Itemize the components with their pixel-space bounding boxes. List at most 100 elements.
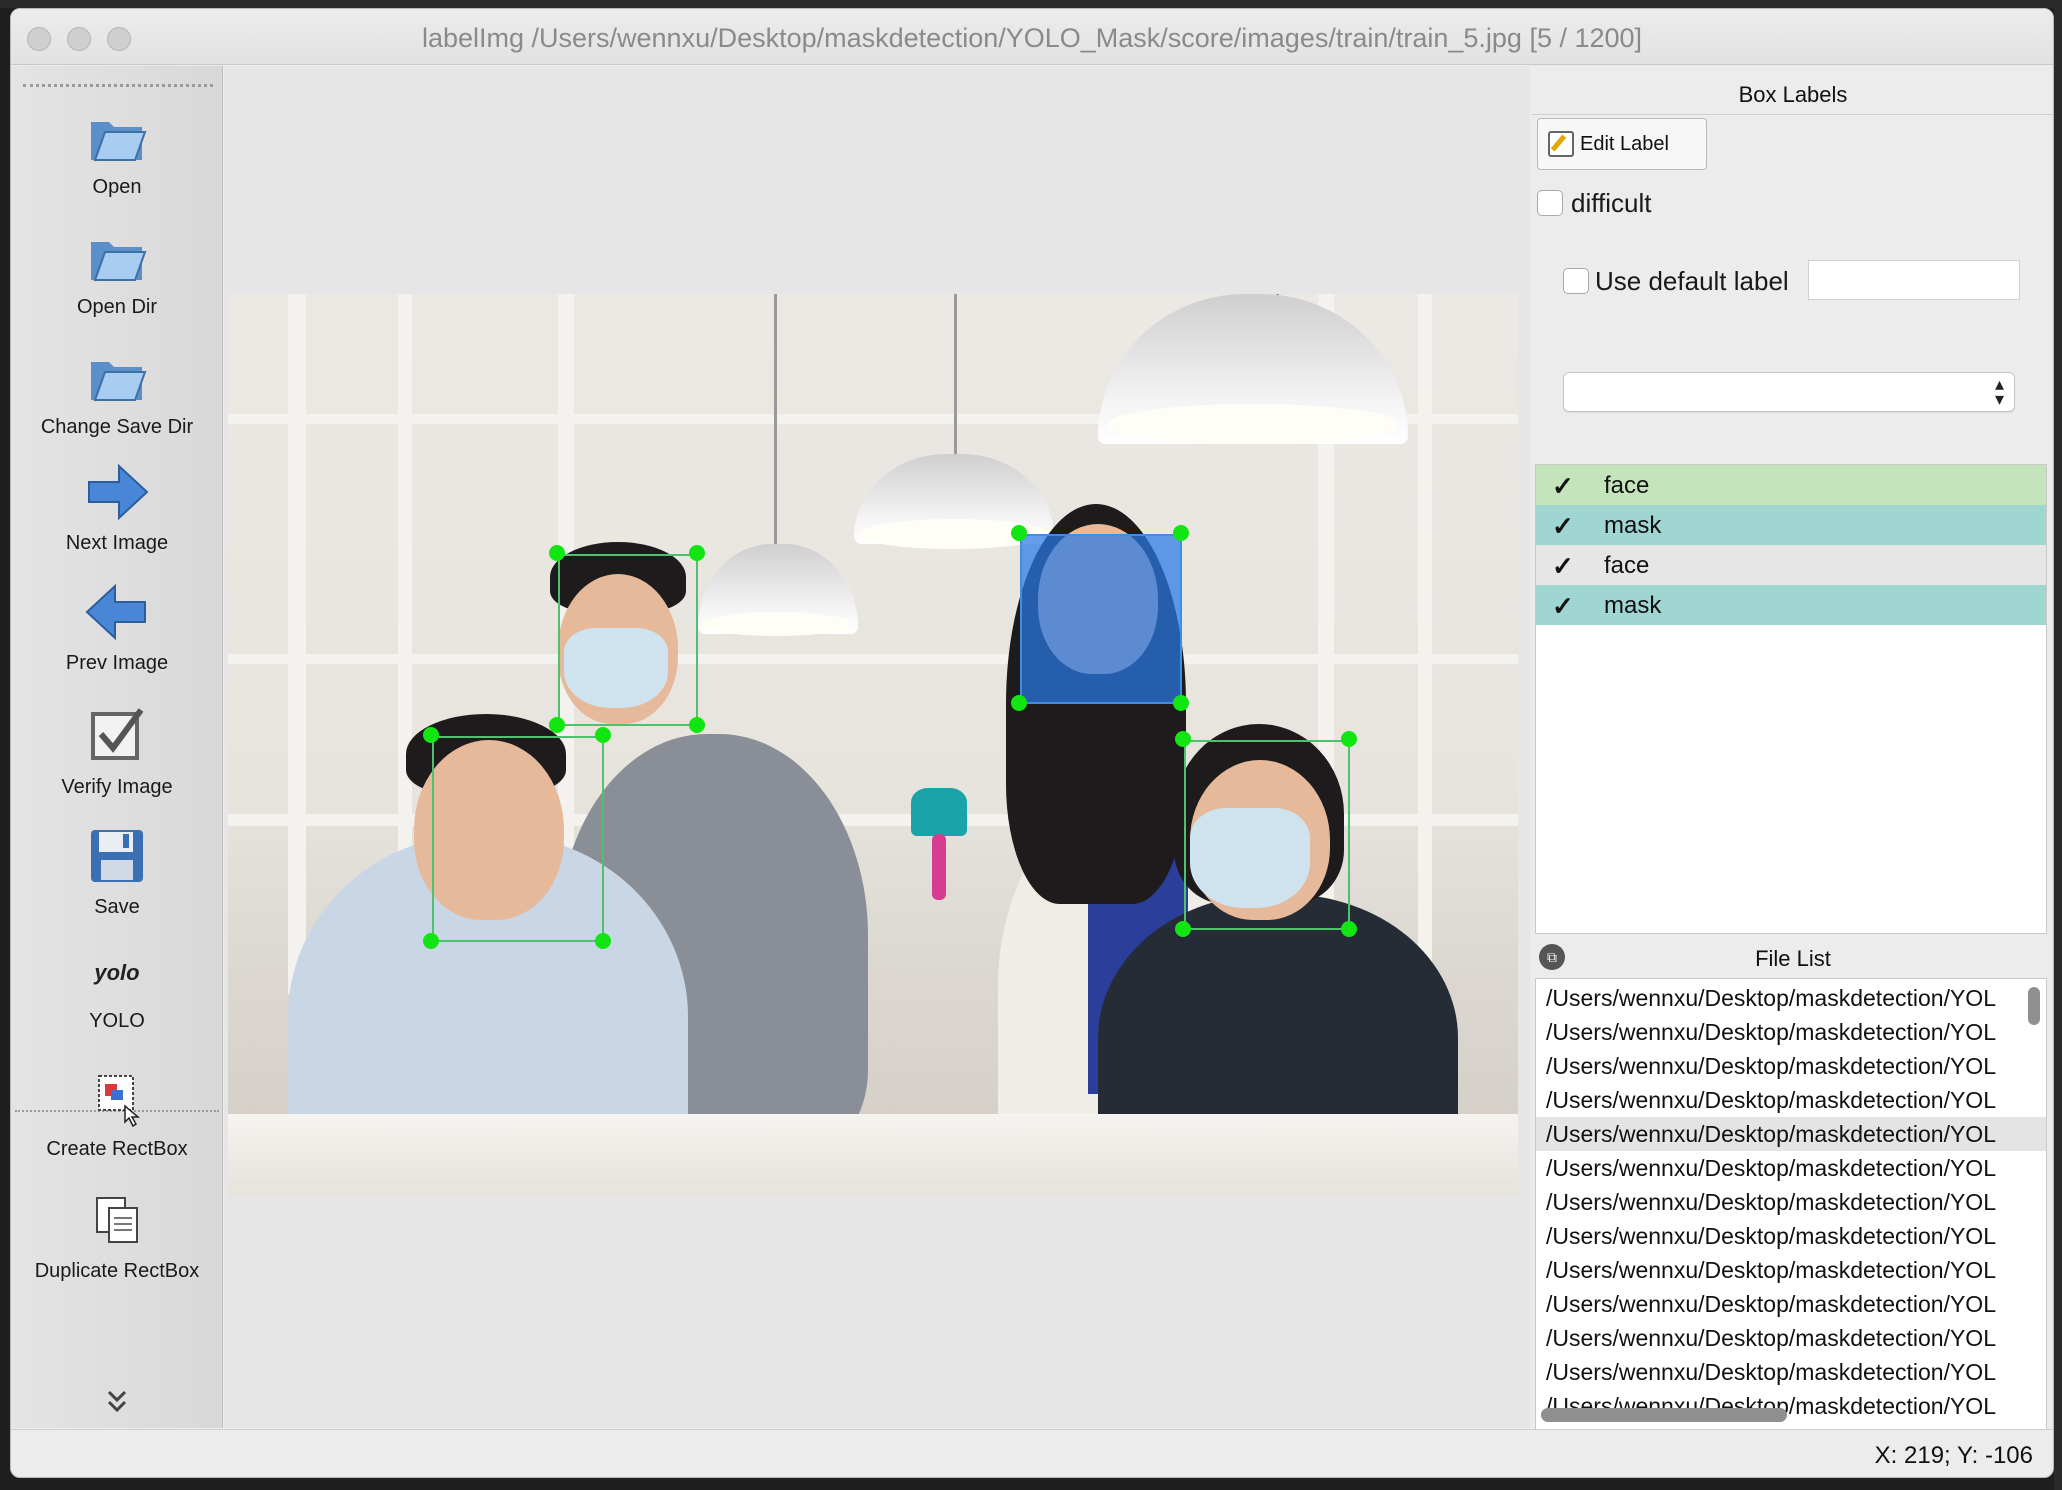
file-list[interactable]: /Users/wennxu/Desktop/maskdetection/YOL /… [1535,978,2047,1430]
bbox-face-1[interactable] [432,736,604,942]
cursor-coordinates: X: 219; Y: -106 [1874,1442,2033,1469]
create-rectbox-button[interactable]: Create RectBox [11,1066,223,1161]
image-canvas[interactable] [224,66,1530,1428]
file-list-item[interactable]: /Users/wennxu/Desktop/maskdetection/YOL [1536,1287,2046,1321]
label-row[interactable]: ✓ mask [1536,585,2046,625]
table-surface [228,1114,1518,1196]
right-panel: Box Labels Edit Label difficult Use defa… [1531,66,2053,1430]
bbox-handle[interactable] [549,717,565,733]
yolo-format-icon: yolo [85,946,149,1002]
label-combo-box[interactable]: ▴ ▾ [1563,372,2015,412]
arrow-left-icon [85,580,149,644]
label-checkbox[interactable]: ✓ [1552,551,1574,582]
folder-open-icon [85,224,149,288]
file-list-title: File List [1755,946,1831,971]
bbox-handle[interactable] [1011,525,1027,541]
edit-pencil-icon [1548,131,1574,157]
save-button[interactable]: Save [11,824,223,919]
edit-label-button[interactable]: Edit Label [1537,118,1707,170]
format-label: YOLO [89,1010,145,1032]
label-checkbox[interactable]: ✓ [1552,511,1574,542]
status-bar: X: 219; Y: -106 [11,1429,2053,1477]
chevron-double-down-icon[interactable] [11,1388,223,1423]
updown-arrows-icon: ▴ ▾ [1994,374,2004,409]
label-checkbox[interactable]: ✓ [1552,471,1574,502]
default-label-input[interactable] [1808,260,2020,300]
file-list-item[interactable]: /Users/wennxu/Desktop/maskdetection/YOL [1536,1219,2046,1253]
labelimg-window: labelImg /Users/wennxu/Desktop/maskdetec… [10,8,2054,1478]
duplicate-icon [85,1188,149,1252]
change-save-dir-button[interactable]: Change Save Dir [11,344,223,439]
bbox-handle[interactable] [595,727,611,743]
format-yolo-button[interactable]: yolo YOLO [11,946,223,1033]
verify-image-button[interactable]: Verify Image [11,704,223,799]
file-list-item[interactable]: /Users/wennxu/Desktop/maskdetection/YOL [1536,1355,2046,1389]
file-list-item[interactable]: /Users/wennxu/Desktop/maskdetection/YOL [1536,1151,2046,1185]
duplicate-rectbox-button[interactable]: Duplicate RectBox [11,1188,223,1283]
bbox-mask-2[interactable] [1184,740,1350,930]
use-default-label-text: Use default label [1595,266,1789,296]
file-list-item[interactable]: /Users/wennxu/Desktop/maskdetection/YOL [1536,1321,2046,1355]
file-list-item[interactable]: /Users/wennxu/Desktop/maskdetection/YOL [1536,1253,2046,1287]
folder-open-icon [85,344,149,408]
bbox-handle[interactable] [689,717,705,733]
label-list[interactable]: ✓ face ✓ mask ✓ face ✓ mask [1535,464,2047,934]
file-list-item[interactable]: /Users/wennxu/Desktop/maskdetection/YOL [1536,1083,2046,1117]
difficult-label: difficult [1571,188,1652,218]
verify-image-label: Verify Image [61,776,173,798]
file-list-item[interactable]: /Users/wennxu/Desktop/maskdetection/YOL [1536,981,2046,1015]
label-text: mask [1604,592,1662,619]
label-text: face [1604,472,1650,499]
bbox-handle[interactable] [1011,695,1027,711]
label-row[interactable]: ✓ face [1536,545,2046,585]
use-default-label-checkbox[interactable] [1563,268,1589,294]
file-list-item[interactable]: /Users/wennxu/Desktop/maskdetection/YOL [1536,1185,2046,1219]
open-dir-button[interactable]: Open Dir [11,224,223,319]
next-image-label: Next Image [65,532,169,554]
bbox-handle[interactable] [595,933,611,949]
bbox-face-2-selected[interactable] [1020,534,1182,704]
bbox-mask-1[interactable] [558,554,698,726]
next-image-button[interactable]: Next Image [11,460,223,555]
open-button[interactable]: Open [11,104,223,199]
bbox-handle[interactable] [1175,921,1191,937]
background-desktop-right [2054,0,2062,1490]
label-row[interactable]: ✓ mask [1536,505,2046,545]
bbox-handle[interactable] [1341,731,1357,747]
left-toolbar: Open Open Dir Change Save Dir Next Image [11,66,223,1428]
create-rect-icon [85,1066,149,1130]
difficult-checkbox[interactable] [1537,190,1563,216]
bbox-handle[interactable] [1173,525,1189,541]
arrow-right-icon [85,460,149,524]
file-list-item[interactable]: /Users/wennxu/Desktop/maskdetection/YOL [1536,1117,2046,1151]
vertical-scrollbar[interactable] [2028,987,2040,1025]
open-dir-label: Open Dir [76,296,158,318]
yolo-icon-text: yolo [94,960,140,985]
file-list-item[interactable]: /Users/wennxu/Desktop/maskdetection/YOL [1536,1015,2046,1049]
bbox-handle[interactable] [423,727,439,743]
toolbar-grip[interactable] [23,84,213,87]
file-list-item[interactable]: /Users/wennxu/Desktop/maskdetection/YOL [1536,1049,2046,1083]
label-checkbox[interactable]: ✓ [1552,591,1574,622]
floppy-disk-icon [85,824,149,888]
horizontal-scrollbar-track[interactable] [1535,1406,2025,1424]
bbox-handle[interactable] [1341,921,1357,937]
label-text: mask [1604,512,1662,539]
label-row[interactable]: ✓ face [1536,465,2046,505]
save-label: Save [94,896,140,918]
bbox-handle[interactable] [423,933,439,949]
file-list-header: ⧉ File List [1531,938,2053,978]
prev-image-button[interactable]: Prev Image [11,580,223,675]
title-bar: labelImg /Users/wennxu/Desktop/maskdetec… [11,9,2053,65]
create-rectbox-label: Create RectBox [46,1138,188,1160]
background-desktop [0,0,2062,8]
change-save-dir-label: Change Save Dir [40,416,194,438]
bbox-handle[interactable] [1173,695,1189,711]
bbox-handle[interactable] [1175,731,1191,747]
prev-image-label: Prev Image [65,652,169,674]
edit-label-text: Edit Label [1580,133,1669,155]
bbox-handle[interactable] [549,545,565,561]
bbox-handle[interactable] [689,545,705,561]
horizontal-scrollbar[interactable] [1541,1408,1787,1422]
open-label: Open [92,176,142,198]
